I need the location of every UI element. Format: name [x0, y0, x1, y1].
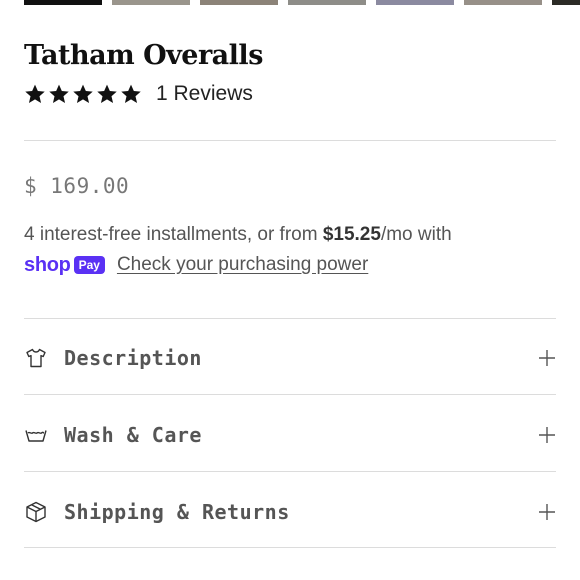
installments-text-after: /mo with [380, 224, 452, 245]
tshirt-icon [26, 348, 46, 368]
gallery-thumbnail[interactable] [376, 0, 454, 5]
shop-pay-logo: shop Pay [24, 250, 105, 280]
star-icon [97, 84, 117, 103]
accordion-shipping-returns[interactable]: Shipping & Returns [24, 474, 556, 550]
gallery-thumbnail[interactable] [464, 0, 542, 5]
product-title: Tatham Overalls [24, 40, 263, 71]
shop-pay-wordmark: shop [24, 254, 71, 276]
gallery-thumbnail-strip [24, 0, 580, 5]
accordion-label: Shipping & Returns [64, 500, 290, 524]
product-rating[interactable]: 1 Reviews [24, 82, 253, 106]
divider [24, 318, 556, 319]
gallery-thumbnail[interactable] [24, 0, 102, 5]
product-price: $ 169.00 [24, 174, 130, 198]
rating-stars [24, 83, 142, 105]
shop-pay-badge: Pay [73, 256, 105, 274]
star-icon [25, 84, 45, 103]
reviews-count-link[interactable]: 1 Reviews [156, 82, 253, 106]
accordion-label: Wash & Care [64, 423, 202, 447]
accordion-description[interactable]: Description [24, 320, 556, 396]
star-icon [49, 84, 69, 103]
accordion-wash-care[interactable]: Wash & Care [24, 397, 556, 473]
divider [24, 547, 556, 548]
accordion-label: Description [64, 346, 202, 370]
gallery-thumbnail[interactable] [200, 0, 278, 5]
plus-icon[interactable] [538, 503, 556, 521]
plus-icon[interactable] [538, 426, 556, 444]
gallery-thumbnail[interactable] [288, 0, 366, 5]
star-icon [73, 84, 93, 103]
check-purchasing-power-link[interactable]: Check your purchasing power [117, 250, 368, 280]
installments-amount: $15.25 [322, 224, 381, 245]
plus-icon[interactable] [538, 349, 556, 367]
wash-basin-icon [25, 430, 47, 442]
shop-pay-installments: 4 interest-free installments, or from $1… [24, 220, 452, 280]
divider [24, 394, 556, 395]
gallery-thumbnail[interactable] [552, 0, 580, 5]
gallery-thumbnail[interactable] [112, 0, 190, 5]
installments-text: 4 interest-free installments, or from $1… [24, 220, 452, 250]
divider [24, 140, 556, 141]
star-icon [121, 84, 141, 103]
divider [24, 471, 556, 472]
package-box-icon [26, 501, 46, 523]
installments-text-before: 4 interest-free installments, or from [24, 224, 323, 245]
